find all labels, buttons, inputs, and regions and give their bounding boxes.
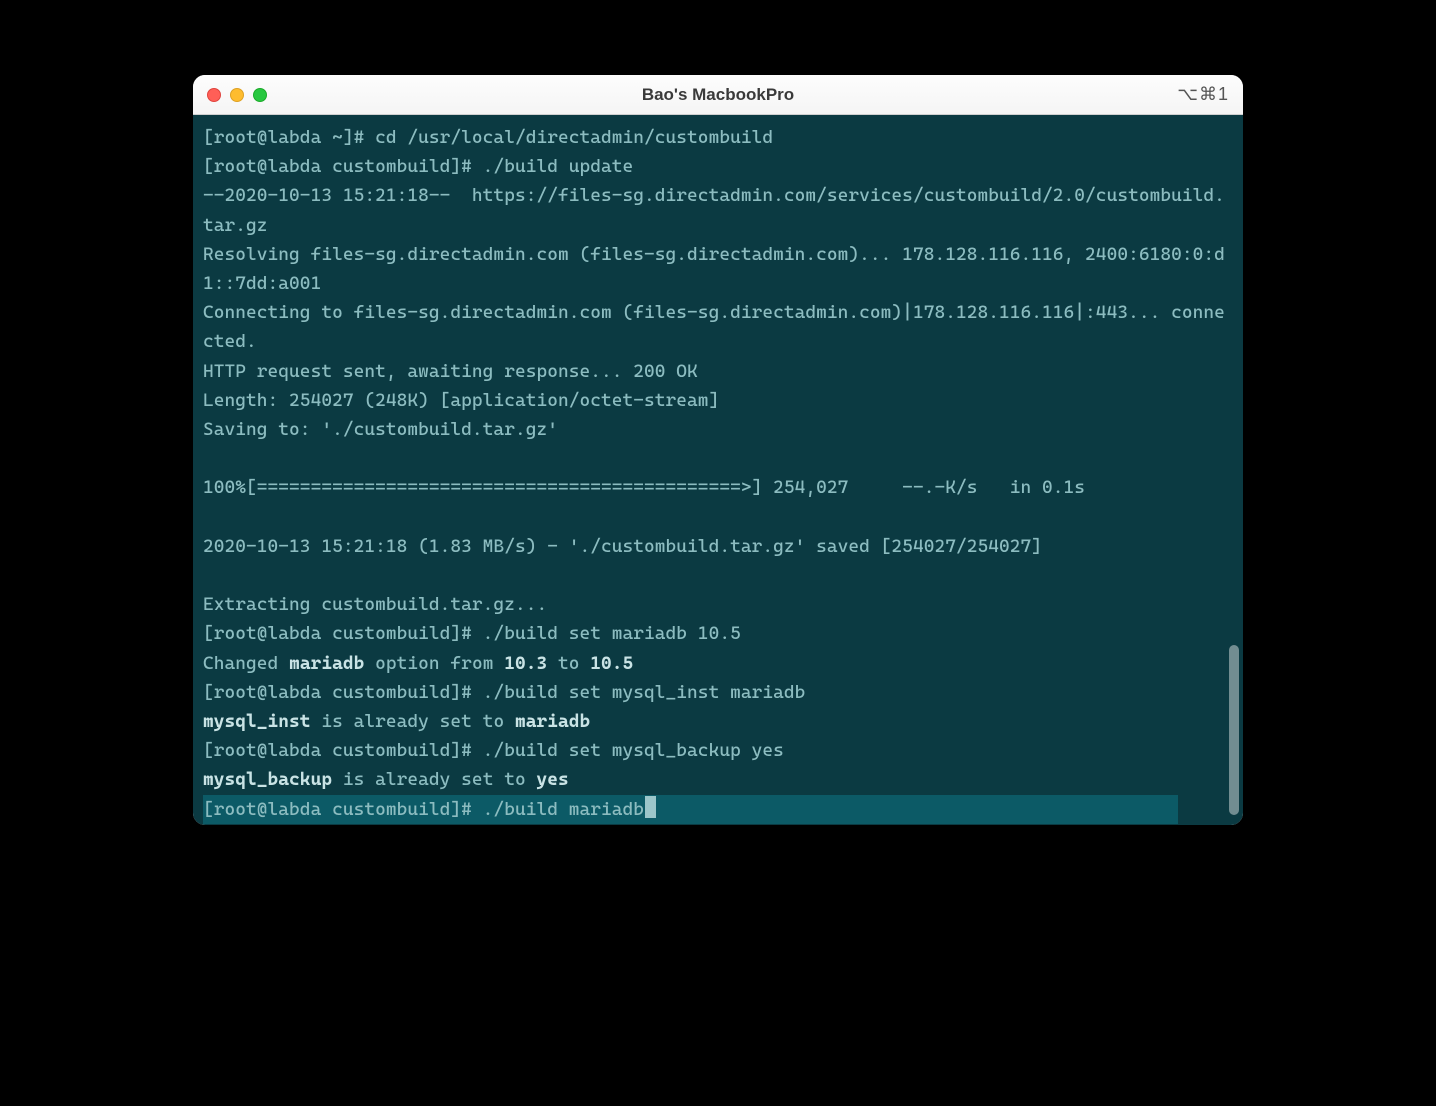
terminal-line: HTTP request sent, awaiting response... … bbox=[203, 357, 1233, 386]
terminal-line: mysql_inst is already set to mariadb bbox=[203, 707, 1233, 736]
terminal-text: [root@labda custombuild]# ./build update bbox=[203, 156, 633, 177]
terminal-text bbox=[203, 507, 214, 528]
maximize-button[interactable] bbox=[253, 88, 267, 102]
terminal-text: [root@labda custombuild]# ./build set my… bbox=[203, 740, 784, 761]
terminal-text: [root@labda ~]# cd /usr/local/directadmi… bbox=[203, 127, 773, 148]
terminal-line: [root@labda custombuild]# ./build set my… bbox=[203, 736, 1233, 765]
terminal-line: --2020-10-13 15:21:18-- https://files-sg… bbox=[203, 181, 1233, 239]
terminal-line bbox=[203, 561, 1233, 590]
terminal-text: to bbox=[547, 653, 590, 674]
terminal-text-bold: mysql_inst bbox=[203, 711, 311, 732]
terminal-text: Extracting custombuild.tar.gz... bbox=[203, 594, 547, 615]
scrollbar-thumb[interactable] bbox=[1229, 645, 1239, 815]
terminal-line: [root@labda custombuild]# ./build update bbox=[203, 152, 1233, 181]
terminal-text-bold: mariadb bbox=[515, 711, 590, 732]
terminal-text-bold: mariadb bbox=[289, 653, 364, 674]
terminal-text-bold: 10.3 bbox=[504, 653, 547, 674]
terminal-line: Extracting custombuild.tar.gz... bbox=[203, 590, 1233, 619]
terminal-text: Changed bbox=[203, 653, 289, 674]
terminal-active-line[interactable]: [root@labda custombuild]# ./build mariad… bbox=[203, 795, 1178, 824]
terminal-text bbox=[203, 448, 214, 469]
terminal-line: [root@labda ~]# cd /usr/local/directadmi… bbox=[203, 123, 1233, 152]
terminal-text: option from bbox=[364, 653, 504, 674]
terminal-line: [root@labda custombuild]# ./build set my… bbox=[203, 678, 1233, 707]
terminal-text-bold: yes bbox=[536, 769, 568, 790]
terminal-text: 100%[===================================… bbox=[203, 477, 1085, 498]
terminal-text: Resolving files-sg.directadmin.com (file… bbox=[203, 244, 1225, 294]
cursor-icon bbox=[645, 796, 656, 818]
terminal-line: Changed mariadb option from 10.3 to 10.5 bbox=[203, 649, 1233, 678]
terminal-line: Connecting to files-sg.directadmin.com (… bbox=[203, 298, 1233, 356]
terminal-line bbox=[203, 503, 1233, 532]
terminal-text bbox=[203, 565, 214, 586]
window-shortcut-indicator: ⌥⌘1 bbox=[1177, 84, 1229, 105]
terminal-command-input[interactable]: [root@labda custombuild]# ./build mariad… bbox=[203, 799, 644, 820]
titlebar: Bao's MacbookPro ⌥⌘1 bbox=[193, 75, 1243, 115]
terminal-line: 100%[===================================… bbox=[203, 473, 1233, 502]
terminal-text-bold: 10.5 bbox=[590, 653, 633, 674]
terminal-line: [root@labda custombuild]# ./build set ma… bbox=[203, 619, 1233, 648]
terminal-text: --2020-10-13 15:21:18-- https://files-sg… bbox=[203, 185, 1225, 235]
traffic-lights bbox=[207, 88, 267, 102]
terminal-line: Saving to: './custombuild.tar.gz' bbox=[203, 415, 1233, 444]
terminal-text-bold: mysql_backup bbox=[203, 769, 332, 790]
terminal-text: Length: 254027 (248K) [application/octet… bbox=[203, 390, 719, 411]
terminal-output[interactable]: [root@labda ~]# cd /usr/local/directadmi… bbox=[193, 115, 1243, 825]
terminal-area[interactable]: [root@labda ~]# cd /usr/local/directadmi… bbox=[193, 115, 1243, 825]
window-title: Bao's MacbookPro bbox=[193, 85, 1243, 105]
terminal-window: Bao's MacbookPro ⌥⌘1 [root@labda ~]# cd … bbox=[193, 75, 1243, 825]
terminal-text: [root@labda custombuild]# ./build set my… bbox=[203, 682, 805, 703]
terminal-text: [root@labda custombuild]# ./build set ma… bbox=[203, 623, 741, 644]
terminal-text: is already set to bbox=[311, 711, 515, 732]
terminal-text: HTTP request sent, awaiting response... … bbox=[203, 361, 698, 382]
terminal-line: 2020-10-13 15:21:18 (1.83 MB/s) - './cus… bbox=[203, 532, 1233, 561]
minimize-button[interactable] bbox=[230, 88, 244, 102]
terminal-text: Saving to: './custombuild.tar.gz' bbox=[203, 419, 558, 440]
close-button[interactable] bbox=[207, 88, 221, 102]
terminal-text: 2020-10-13 15:21:18 (1.83 MB/s) - './cus… bbox=[203, 536, 1042, 557]
terminal-text: is already set to bbox=[332, 769, 536, 790]
terminal-line: Length: 254027 (248K) [application/octet… bbox=[203, 386, 1233, 415]
terminal-line: Resolving files-sg.directadmin.com (file… bbox=[203, 240, 1233, 298]
terminal-text: Connecting to files-sg.directadmin.com (… bbox=[203, 302, 1225, 352]
terminal-line: mysql_backup is already set to yes bbox=[203, 765, 1233, 794]
terminal-line bbox=[203, 444, 1233, 473]
